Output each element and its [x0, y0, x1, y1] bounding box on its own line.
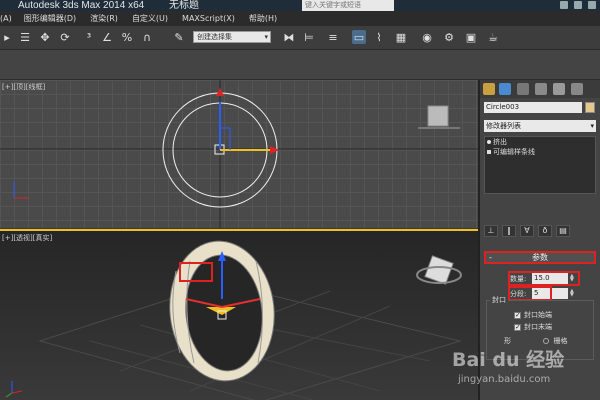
object-color-swatch[interactable]	[585, 102, 595, 113]
viewcube-icon	[427, 105, 449, 127]
top-viewport-canvas	[0, 80, 478, 228]
grid-radio-label[interactable]: 栅格	[553, 337, 567, 345]
select-by-name-icon[interactable]: ☰	[18, 30, 32, 44]
selection-set-value: 创建选择集	[197, 33, 232, 41]
viewcube-persp-icon	[424, 255, 454, 285]
rollout-title: 参数	[532, 253, 548, 262]
modifier-list-dropdown[interactable]: 修改器列表 ▾	[484, 120, 596, 132]
title-bar: Autodesk 3ds Max 2014 x64 无标题	[0, 0, 600, 11]
main-toolbar: ▸ ☰ ✥ ⟳ ³ ∠ % ∩ ✎ 创建选择集 ▾ ⧓ ⊨ ≡ ▭ ⌇ ▦ ◉ …	[0, 26, 600, 50]
menu-item-help[interactable]: 帮助(H)	[249, 13, 277, 24]
gizmo-y-arrow	[216, 88, 224, 96]
viewport-top[interactable]: [+][顶][线框]	[0, 80, 478, 228]
modify-tab-icon[interactable]	[499, 83, 511, 95]
curve-editor-icon[interactable]: ⌇	[372, 30, 386, 44]
segments-spinner-icon[interactable]: ▲ ▼	[570, 289, 576, 298]
cap-start-checkbox[interactable]: 封口始端	[514, 310, 552, 320]
stack-item-label: 挤出	[493, 138, 507, 146]
layer-manager-icon[interactable]: ≡	[326, 30, 340, 44]
viewport-perspective[interactable]: [+][透视][真实]	[0, 229, 478, 400]
cap-end-label: 封口末端	[524, 323, 552, 331]
cap-start-label: 封口始端	[524, 311, 552, 319]
schematic-view-icon[interactable]: ▦	[394, 30, 408, 44]
gizmo-x-arrow	[270, 146, 279, 154]
perspective-viewport-canvas	[5, 240, 462, 400]
search-input[interactable]: 键入关键字或短语	[302, 0, 394, 11]
percent-snap-icon[interactable]: %	[120, 30, 134, 44]
highlight-box-segments	[508, 286, 552, 301]
angle-snap-icon[interactable]: ∠	[100, 30, 114, 44]
ribbon-area	[0, 50, 600, 80]
menu-item-rendering[interactable]: 渲染(R)	[90, 13, 118, 24]
capping-label: 封口	[490, 295, 508, 305]
create-tab-icon[interactable]	[483, 83, 495, 95]
stack-item-label: 可编辑样条线	[493, 148, 535, 156]
snap-3d-icon[interactable]: ³	[82, 30, 96, 44]
menu-item-maxscript[interactable]: MAXScript(X)	[182, 14, 235, 23]
checkbox-icon[interactable]	[514, 322, 521, 332]
object-name-field[interactable]: Circle003	[484, 102, 582, 113]
configure-modifier-sets-icon[interactable]: ▤	[556, 225, 570, 237]
mirror-icon[interactable]: ⧓	[282, 30, 296, 44]
make-unique-icon[interactable]: ∀	[520, 225, 534, 237]
grid-radio[interactable]	[543, 338, 550, 344]
chevron-down-icon: ▾	[590, 122, 594, 130]
parameters-rollout-header[interactable]: - 参数	[484, 251, 596, 264]
menu-bar: (A) 图形编辑器(D) 渲染(R) 自定义(U) MAXScript(X) 帮…	[0, 11, 600, 26]
align-icon[interactable]: ⊨	[302, 30, 316, 44]
rotate-icon[interactable]: ⟳	[58, 30, 72, 44]
select-object-icon[interactable]: ▸	[0, 30, 14, 44]
hierarchy-tab-icon[interactable]	[517, 83, 529, 95]
highlight-box-amount	[508, 271, 580, 286]
menu-item-customize[interactable]: 自定义(U)	[132, 13, 168, 24]
favorites-icon[interactable]	[588, 1, 596, 9]
morph-radio-label[interactable]: 形	[504, 337, 511, 345]
baidu-jingyan-watermark: Bai du 经验 jingyan.baidu.com	[452, 345, 564, 385]
command-panel-tabs	[480, 80, 600, 98]
move-icon[interactable]: ✥	[38, 30, 52, 44]
stack-item-editable-spline[interactable]: 可编辑样条线	[485, 147, 595, 157]
render-setup-icon[interactable]: ⚙	[442, 30, 456, 44]
menu-item-a[interactable]: (A)	[0, 14, 12, 23]
app-title: Autodesk 3ds Max 2014 x64	[18, 0, 145, 11]
rendered-frame-icon[interactable]: ▣	[464, 30, 478, 44]
remove-modifier-icon[interactable]: ð	[538, 225, 552, 237]
lightbulb-icon[interactable]	[487, 140, 491, 144]
search-icon[interactable]	[560, 1, 568, 9]
stack-item-extrude[interactable]: 挤出	[485, 137, 595, 147]
document-title: 无标题	[168, 0, 199, 11]
edit-named-selection-icon[interactable]: ✎	[172, 30, 186, 44]
show-end-result-icon[interactable]: ‖	[502, 225, 516, 237]
motion-tab-icon[interactable]	[535, 83, 547, 95]
pin-stack-icon[interactable]: ⊥	[484, 225, 498, 237]
cap-end-checkbox[interactable]: 封口末端	[514, 322, 552, 332]
menu-item-graph-editors[interactable]: 图形编辑器(D)	[24, 13, 76, 24]
material-editor-icon[interactable]: ◉	[420, 30, 434, 44]
watermark-logo-text: Bai du 经验	[452, 349, 565, 371]
modifier-list-label: 修改器列表	[486, 122, 521, 130]
checkbox-icon[interactable]	[514, 310, 521, 320]
selection-set-dropdown[interactable]: 创建选择集 ▾	[193, 31, 271, 43]
graphite-toggle-icon[interactable]: ▭	[352, 30, 366, 44]
title-bar-tools	[560, 1, 596, 9]
collapse-box-icon[interactable]	[487, 150, 491, 154]
modifier-stack: 挤出 可编辑样条线	[484, 136, 596, 194]
display-tab-icon[interactable]	[553, 83, 565, 95]
chevron-down-icon: ▾	[264, 33, 268, 41]
render-production-icon[interactable]: ☕	[486, 30, 500, 44]
help-icon[interactable]	[574, 1, 582, 9]
stack-buttons: ⊥ ‖ ∀ ð ▤	[484, 225, 596, 239]
spinner-snap-icon[interactable]: ∩	[140, 30, 154, 44]
utilities-tab-icon[interactable]	[571, 83, 583, 95]
watermark-url: jingyan.baidu.com	[458, 374, 551, 385]
